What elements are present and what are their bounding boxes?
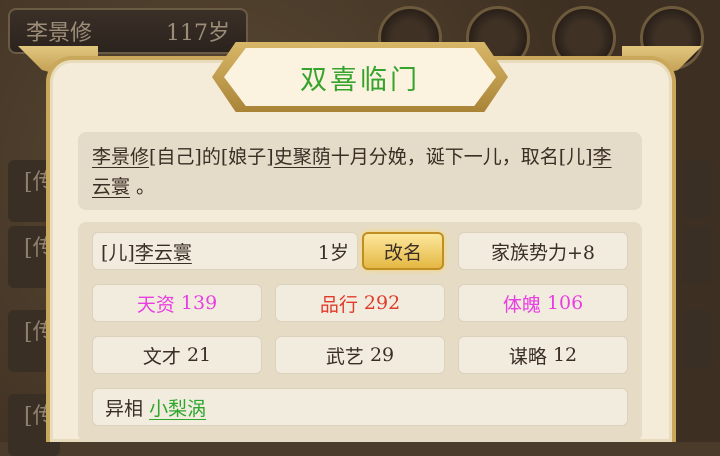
trait-label: 异相 xyxy=(105,397,144,420)
child-name[interactable]: 李云寰 xyxy=(135,242,192,264)
background-name: 李景修 xyxy=(26,21,93,46)
family-power-cell: 家族势力+8 xyxy=(458,232,628,270)
title-banner: 双喜临门 xyxy=(224,48,496,106)
stat-value: 21 xyxy=(186,344,212,366)
stat-value: 29 xyxy=(369,344,395,366)
background-side-right xyxy=(682,226,712,284)
stat-label: 文才 xyxy=(142,345,181,368)
dialog-title: 双喜临门 xyxy=(300,64,420,96)
stat-label: 体魄 xyxy=(502,293,541,316)
child-name-cell: [儿]李云寰 1岁 xyxy=(92,232,358,270)
message-text: [自己]的[ xyxy=(149,146,229,168)
message-text: 。 xyxy=(130,176,156,198)
stat-label: 天资 xyxy=(136,293,175,316)
stat-value: 106 xyxy=(546,292,584,314)
trait-cell: 异相 小梨涡 xyxy=(92,388,628,426)
message-text: 十月分娩，诞下一儿，取名[儿] xyxy=(330,146,593,168)
message-text: 娘子 xyxy=(228,146,267,168)
message-spouse[interactable]: 史聚荫 xyxy=(274,146,331,168)
stat-martial: 武艺 29 xyxy=(275,336,445,374)
stat-literary: 文才 21 xyxy=(92,336,262,374)
stat-value: 292 xyxy=(363,292,401,314)
event-message: 李景修[自己]的[娘子]史聚荫十月分娩，诞下一儿，取名[儿]李云寰 。 xyxy=(78,132,642,210)
stat-physique: 体魄 106 xyxy=(458,284,628,322)
child-age: 1岁 xyxy=(317,241,349,264)
stat-strategy: 谋略 12 xyxy=(458,336,628,374)
child-name-group: [儿]李云寰 xyxy=(101,238,192,265)
stat-label: 武艺 xyxy=(325,345,364,368)
stat-label: 谋略 xyxy=(508,345,547,368)
message-text: ] xyxy=(266,146,274,168)
child-relation: [儿] xyxy=(101,241,135,264)
trait-value[interactable]: 小梨涡 xyxy=(149,394,206,421)
background-side-right xyxy=(682,310,712,368)
stat-label: 品行 xyxy=(319,293,358,316)
message-person[interactable]: 李景修 xyxy=(92,146,149,168)
stat-value: 12 xyxy=(552,344,578,366)
rename-button[interactable]: 改名 xyxy=(362,232,444,270)
stat-talent: 天资 139 xyxy=(92,284,262,322)
background-side-right xyxy=(682,160,712,218)
background-age: 117岁 xyxy=(166,21,230,46)
stat-morality: 品行 292 xyxy=(275,284,445,322)
stat-value: 139 xyxy=(180,292,218,314)
